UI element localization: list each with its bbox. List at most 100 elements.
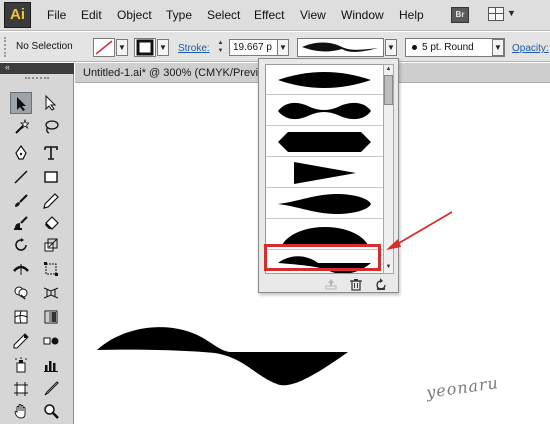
stroke-dropdown[interactable]: ▼ — [157, 39, 169, 56]
document-title: Untitled-1.ai* @ 300% (CMYK/Previ — [83, 67, 259, 79]
lasso-icon — [45, 120, 59, 134]
scale-icon — [44, 238, 58, 252]
line-segment-tool[interactable] — [10, 166, 32, 188]
artboard-tool[interactable] — [10, 378, 32, 400]
eyedropper-tool[interactable] — [10, 330, 32, 352]
symbol-sprayer-tool[interactable] — [10, 354, 32, 376]
lasso-tool[interactable] — [40, 116, 62, 138]
bridge-button[interactable]: Br — [451, 7, 469, 23]
eyedropper-icon — [13, 333, 29, 349]
rotate-tool[interactable] — [10, 234, 32, 256]
eraser-tool[interactable] — [40, 212, 62, 234]
lens-profile-icon — [278, 72, 371, 88]
zoom-tool[interactable] — [40, 400, 62, 422]
direct-selection-tool[interactable] — [40, 92, 62, 114]
rotate-icon — [15, 238, 27, 251]
menu-file[interactable]: File — [47, 8, 66, 22]
wavy-profile-icon — [278, 102, 371, 120]
pen-tool[interactable] — [10, 142, 32, 164]
brush-dropdown-button[interactable]: ▼ — [492, 39, 504, 56]
paintbrush-tool[interactable] — [10, 190, 32, 212]
menu-effect[interactable]: Effect — [254, 8, 284, 22]
blend-tool[interactable] — [40, 330, 62, 352]
fill-dropdown[interactable]: ▼ — [116, 39, 128, 56]
width-profile-list — [265, 64, 384, 274]
rectangle-tool[interactable] — [40, 166, 62, 188]
magic-wand-tool[interactable] — [10, 116, 32, 138]
tools-panel-header: « — [0, 62, 74, 74]
menu-select[interactable]: Select — [207, 8, 240, 22]
gradient-tool[interactable] — [40, 306, 62, 328]
no-fill-icon — [95, 40, 113, 55]
pen-icon — [15, 145, 27, 160]
shape-builder-icon — [14, 286, 28, 300]
width-profile-4[interactable] — [266, 158, 383, 188]
scroll-down-arrow-icon[interactable]: ▼ — [384, 263, 393, 272]
width-profile-2[interactable] — [266, 96, 383, 126]
hand-icon — [14, 404, 26, 419]
brush-definition-select[interactable]: 5 pt. Round — [405, 38, 505, 57]
tools-panel — [0, 74, 74, 424]
menu-edit[interactable]: Edit — [81, 8, 102, 22]
hand-tool[interactable] — [10, 400, 32, 422]
arrow-down-icon[interactable]: ▼ — [215, 47, 226, 55]
arrow-up-icon[interactable]: ▲ — [215, 39, 226, 47]
free-transform-icon — [44, 262, 58, 276]
profile-preview-icon — [302, 42, 378, 52]
free-transform-tool[interactable] — [40, 258, 62, 280]
menu-window[interactable]: Window — [341, 8, 384, 22]
selection-status: No Selection — [16, 41, 73, 52]
profile-footer — [259, 276, 398, 293]
eraser-icon — [45, 216, 59, 230]
stroke-label[interactable]: Stroke: — [178, 43, 210, 54]
selected-profile-highlight — [264, 244, 381, 271]
round-brush-icon — [412, 44, 417, 50]
type-tool[interactable] — [40, 142, 62, 164]
variable-width-stroke-shape[interactable] — [95, 318, 350, 390]
stroke-swatch[interactable] — [134, 38, 156, 57]
variable-width-profile-select[interactable] — [297, 38, 384, 57]
width-profile-1[interactable] — [266, 65, 383, 95]
selection-tool[interactable] — [10, 92, 32, 114]
menu-type[interactable]: Type — [166, 8, 192, 22]
grid-layout-icon — [488, 7, 504, 21]
blob-brush-icon — [14, 216, 28, 230]
menu-view[interactable]: View — [300, 8, 326, 22]
mesh-icon — [14, 310, 28, 324]
width-profile-3[interactable] — [266, 127, 383, 157]
blob-brush-tool[interactable] — [10, 212, 32, 234]
scroll-up-arrow-icon[interactable]: ▲ — [384, 65, 393, 74]
reset-profiles-icon[interactable] — [374, 278, 388, 291]
width-tool[interactable] — [10, 258, 32, 280]
mesh-tool[interactable] — [10, 306, 32, 328]
fill-swatch[interactable] — [93, 38, 115, 57]
stroke-weight-stepper[interactable]: ▲ ▼ — [215, 39, 226, 56]
pencil-tool[interactable] — [40, 190, 62, 212]
hexagon-profile-icon — [278, 132, 371, 152]
opacity-label[interactable]: Opacity: — [512, 43, 549, 54]
scale-tool[interactable] — [40, 234, 62, 256]
scroll-thumb[interactable] — [384, 75, 393, 105]
paintbrush-icon — [15, 194, 28, 207]
tools-panel-grip[interactable] — [25, 77, 49, 81]
profile-dropdown-button[interactable]: ▼ — [385, 39, 397, 56]
stroke-weight-dropdown[interactable]: ▼ — [277, 39, 289, 56]
brush-label: 5 pt. Round — [422, 42, 474, 53]
gradient-icon — [44, 310, 58, 324]
arrange-documents-button[interactable]: ▼ — [488, 7, 518, 23]
delete-profile-icon[interactable] — [349, 278, 363, 291]
column-graph-tool[interactable] — [40, 354, 62, 376]
menu-help[interactable]: Help — [399, 8, 424, 22]
perspective-grid-tool[interactable] — [40, 282, 62, 304]
panel-grip[interactable] — [4, 37, 8, 57]
magic-wand-icon — [15, 119, 29, 134]
slice-tool[interactable] — [40, 378, 62, 400]
selection-arrow-icon — [17, 97, 26, 111]
shape-builder-tool[interactable] — [10, 282, 32, 304]
collapse-panel-icon[interactable]: « — [5, 62, 10, 72]
menu-object[interactable]: Object — [117, 8, 152, 22]
column-graph-icon — [44, 361, 58, 372]
pencil-icon — [43, 193, 59, 209]
add-to-profiles-icon[interactable] — [324, 278, 338, 291]
width-profile-5[interactable] — [266, 189, 383, 219]
